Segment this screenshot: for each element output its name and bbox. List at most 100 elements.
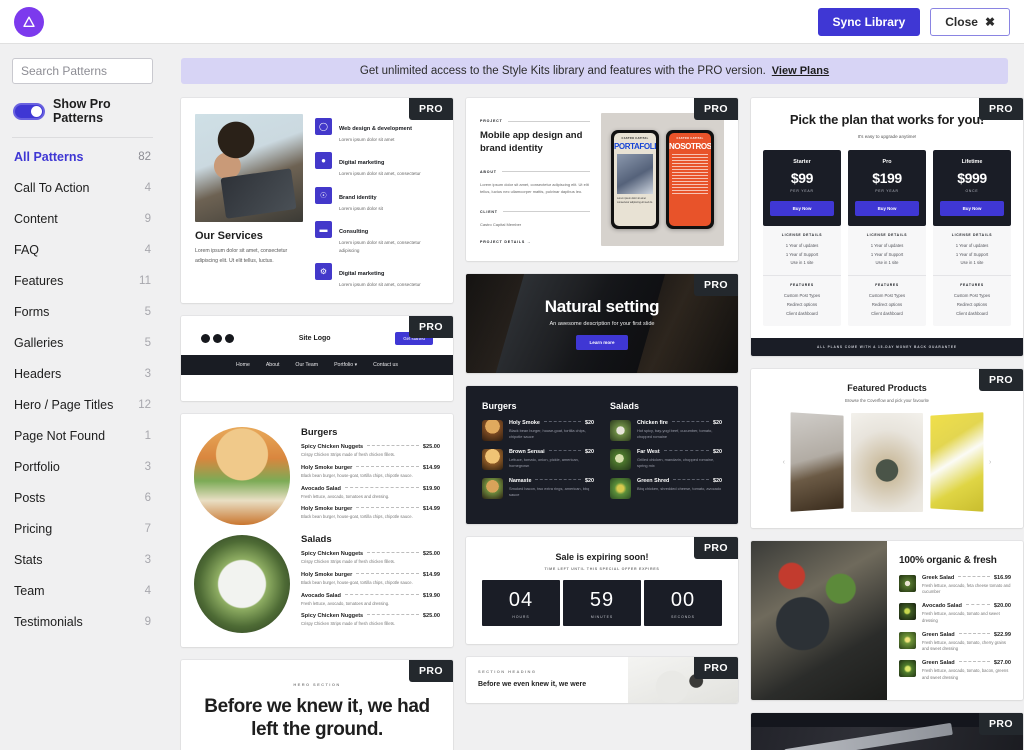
restaurant-menu-lists: Burgers Spicy Chicken Nuggets $25.00 Crisp… bbox=[301, 427, 440, 634]
service-item-desc: Lorem ipsum dolor sit amet bbox=[339, 136, 395, 142]
countdown-value: 59 bbox=[589, 589, 615, 611]
sidebar-item-label: Testimonials bbox=[14, 615, 83, 629]
service-item: ▬ Consulting Lorem ipsum dolor sit amet,… bbox=[315, 221, 439, 255]
sidebar-item-call-to-action[interactable]: Call To Action 4 bbox=[12, 173, 153, 204]
pattern-card-project[interactable]: PRO PROJECT Mobile app design and brand … bbox=[466, 98, 738, 261]
item-desc: Smoked bacon, two extra rings, american,… bbox=[509, 486, 590, 498]
pattern-card-organic-menu[interactable]: 100% organic & fresh Greek Salad $16.99 Fr… bbox=[751, 540, 1023, 701]
sidebar-item-team[interactable]: Team 4 bbox=[12, 576, 153, 607]
sidebar-item-portfolio[interactable]: Portfolio 3 bbox=[12, 452, 153, 483]
sidebar-item-count: 11 bbox=[139, 274, 151, 287]
buy-now-button: Buy Now bbox=[855, 200, 919, 216]
drop-icon: ● bbox=[315, 152, 332, 170]
close-icon: ✖ bbox=[984, 14, 995, 29]
organic-item: Greek Salad $16.99 Fresh lettuce, avocado,… bbox=[899, 574, 1011, 596]
dark-menu-heading: Salads bbox=[610, 401, 640, 411]
show-pro-patterns-row[interactable]: Show Pro Patterns bbox=[13, 97, 153, 125]
pattern-card-bottom-partial[interactable]: PRO bbox=[751, 713, 1023, 750]
item-price: $20 bbox=[713, 420, 722, 426]
sidebar-item-headers[interactable]: Headers 3 bbox=[12, 359, 153, 390]
sidebar-item-label: Headers bbox=[14, 367, 62, 381]
phone-footer-text: Lorem ipsum dolor sit amet consectetur a… bbox=[617, 197, 653, 204]
dark-menu-salads: Salads Chicken fire $20 Hot spicy, bay-yog… bbox=[610, 401, 722, 507]
item-name: Avocado Salad bbox=[922, 603, 962, 610]
menu-item-name: Holy Smoke burger bbox=[301, 506, 353, 513]
countdown-label: HOURS bbox=[512, 615, 530, 619]
patterns-column-2: PRO PROJECT Mobile app design and brand … bbox=[466, 98, 738, 703]
item-desc: Fresh lettuce, avocado, feta cheese toma… bbox=[922, 582, 1011, 595]
pattern-card-featured-products[interactable]: PRO Featured Products Browse the Coverfl… bbox=[751, 368, 1023, 528]
slider-title: Natural setting bbox=[544, 297, 660, 316]
project-details-link: PROJECT DETAILS → bbox=[480, 240, 532, 245]
sidebar-item-page-not-found[interactable]: Page Not Found 1 bbox=[12, 421, 153, 452]
item-price: $22.99 bbox=[993, 631, 1011, 638]
sync-library-button[interactable]: Sync Library bbox=[817, 7, 921, 36]
countdown-value: 00 bbox=[670, 589, 696, 611]
sidebar-item-forms[interactable]: Forms 5 bbox=[12, 297, 153, 328]
services-left: Our Services Lorem ipsum dolor sit amet,… bbox=[195, 114, 303, 289]
sidebar-item-hero-page-titles[interactable]: Hero / Page Titles 12 bbox=[12, 390, 153, 421]
sidebar-item-content[interactable]: Content 9 bbox=[12, 204, 153, 235]
pattern-card-our-services[interactable]: PRO Our Services Lorem ipsum dolor sit a… bbox=[181, 98, 453, 304]
license-item: Use in 1 site bbox=[960, 260, 984, 266]
nav-link-contact-us: Contact us bbox=[373, 362, 398, 369]
pattern-card-countdown[interactable]: PRO Sale is expiring soon! TIME LEFT UNT… bbox=[466, 537, 738, 644]
item-price: $20 bbox=[713, 449, 722, 455]
triangle-logo-icon[interactable] bbox=[14, 6, 44, 37]
sidebar-item-pricing[interactable]: Pricing 7 bbox=[12, 514, 153, 545]
pattern-card-posts-split[interactable]: PRO SECTION HEADING Before we even knew … bbox=[466, 657, 738, 703]
sidebar-item-label: Hero / Page Titles bbox=[14, 398, 114, 412]
restaurant-images bbox=[194, 427, 290, 634]
sidebar-item-all-patterns[interactable]: All Patterns 82 bbox=[12, 142, 153, 173]
phone-mockup-nosotros: CASTRO CAPITAL NOSOTROS bbox=[666, 130, 714, 229]
pattern-card-header-nav[interactable]: PRO Site Logo Get started Home About Our… bbox=[181, 316, 453, 402]
sidebar-item-label: Content bbox=[14, 212, 58, 226]
sidebar-item-faq[interactable]: FAQ 4 bbox=[12, 235, 153, 266]
sidebar-item-testimonials[interactable]: Testimonials 9 bbox=[12, 607, 153, 638]
license-item: Use in 1 site bbox=[875, 260, 899, 266]
phone-brand: CASTRO CAPITAL bbox=[621, 137, 649, 140]
project-client: Castro Capital Member bbox=[480, 221, 522, 227]
close-button[interactable]: Close ✖ bbox=[930, 7, 1010, 36]
sidebar-item-label: Team bbox=[14, 584, 45, 598]
sidebar-item-posts[interactable]: Posts 6 bbox=[12, 483, 153, 514]
menu-item-desc: Crispy Chicken Strips made of fresh chic… bbox=[301, 621, 396, 627]
pro-badge: PRO bbox=[409, 660, 453, 683]
show-pro-patterns-toggle[interactable] bbox=[13, 102, 45, 120]
countdown-value: 04 bbox=[508, 589, 534, 611]
dark-menu-heading: Burgers bbox=[482, 401, 517, 411]
plan-period: PER YEAR bbox=[875, 188, 899, 193]
about-label: ABOUT bbox=[480, 169, 497, 174]
phone-text-lines bbox=[669, 151, 711, 197]
sidebar-item-galleries[interactable]: Galleries 5 bbox=[12, 328, 153, 359]
item-name: Chicken fire bbox=[637, 420, 668, 426]
menu-item-desc: Black bean burger, house-goat, tortilla … bbox=[301, 579, 413, 585]
item-price: $20 bbox=[585, 420, 594, 426]
sidebar-item-features[interactable]: Features 11 bbox=[12, 266, 153, 297]
sidebar-item-label: Stats bbox=[14, 553, 43, 567]
category-list: All Patterns 82 Call To Action 4 Content… bbox=[12, 137, 153, 638]
hero-eyebrow: HERO SECTION bbox=[293, 682, 341, 688]
pattern-card-restaurant-menu[interactable]: Burgers Spicy Chicken Nuggets $25.00 Crisp… bbox=[181, 414, 453, 648]
search-input[interactable] bbox=[12, 58, 153, 84]
pattern-card-dark-menu[interactable]: Burgers Holy Smoke $20 Black bean burger, … bbox=[466, 386, 738, 524]
pattern-card-pricing[interactable]: PRO Pick the plan that works for you! It… bbox=[751, 98, 1023, 356]
license-item: 1 Year of updates bbox=[785, 242, 819, 248]
sidebar-item-count: 3 bbox=[144, 460, 151, 473]
dark-menu-item: Far West $20 Grilled chicken, mandarin, ch… bbox=[610, 449, 722, 470]
countdown-hours: 04 HOURS bbox=[482, 580, 560, 626]
sidebar-item-count: 9 bbox=[144, 615, 151, 628]
view-plans-link[interactable]: View Plans bbox=[772, 65, 829, 77]
sidebar-item-count: 4 bbox=[144, 243, 151, 256]
phone-image bbox=[617, 154, 653, 194]
header-nav-links: Home About Our Team Portfolio ▾ Contact … bbox=[181, 355, 453, 376]
sidebar-item-count: 3 bbox=[144, 553, 151, 566]
chevron-right-icon: › bbox=[989, 458, 992, 466]
organic-item: Green Salad $22.99 Fresh lettuce, avocado,… bbox=[899, 631, 1011, 653]
pattern-card-hero-text[interactable]: PRO HERO SECTION Before we knew it, we h… bbox=[181, 660, 453, 750]
pattern-card-slider[interactable]: PRO Natural setting An awesome descripti… bbox=[466, 274, 738, 373]
sidebar-item-stats[interactable]: Stats 3 bbox=[12, 545, 153, 576]
sidebar-item-label: Pricing bbox=[14, 522, 53, 536]
burger-photo bbox=[194, 427, 290, 526]
item-name: Green Salad bbox=[922, 631, 955, 638]
